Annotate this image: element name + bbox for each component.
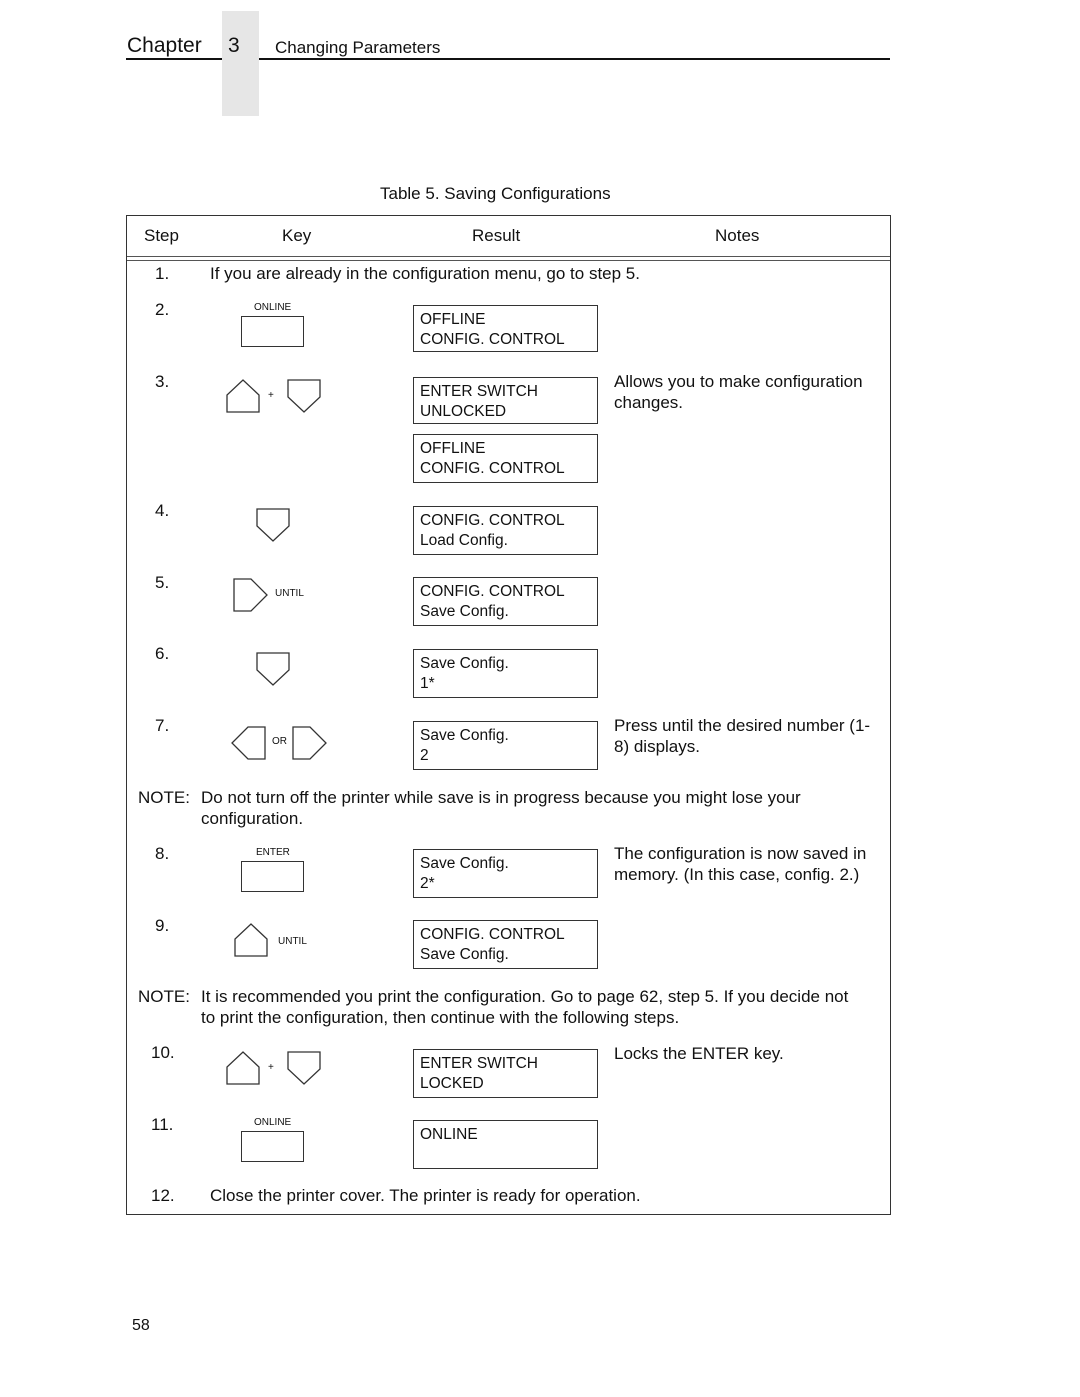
lcd-line: CONFIG. CONTROL [420,926,565,943]
header-divider [127,256,890,257]
note-text: Do not turn off the printer while save i… [201,787,881,829]
lcd-line: OFFLINE [420,440,486,457]
step-number: 5. [155,573,170,592]
enter-key-icon [241,861,304,892]
lcd-display: ENTER SWITCH UNLOCKED [413,377,598,424]
header-rule [126,58,222,60]
note-line: to print the configuration, then continu… [201,1008,680,1027]
step-number: 9. [155,916,170,935]
lcd-line: 1* [420,675,435,692]
step-note: The configuration is now saved in memory… [614,844,867,884]
plus-label: + [268,390,274,401]
step-number: 7. [155,716,170,735]
lcd-line: UNLOCKED [420,403,507,420]
column-header-step: Step [144,226,179,245]
lcd-line: CONFIG. CONTROL [420,583,565,600]
step-number: 12. [151,1186,175,1205]
chapter-word: Chapter [127,34,202,57]
lcd-line: 2* [420,875,435,892]
lcd-line: 2 [420,747,429,764]
until-label: UNTIL [278,936,307,947]
header-rule [259,58,890,60]
left-arrow-key-icon [231,726,266,760]
page-number: 58 [132,1317,150,1334]
column-header-result: Result [472,226,521,245]
lcd-line: Save Config. [420,946,509,963]
online-key-icon [241,316,304,347]
step-number: 10. [151,1043,175,1062]
lcd-display: OFFLINE CONFIG. CONTROL [413,305,598,352]
step-instruction: If you are already in the configuration … [210,264,640,283]
note-label: NOTE: [138,987,190,1006]
column-header-notes: Notes [715,226,760,245]
right-arrow-key-icon [233,578,268,612]
key-label: ENTER [256,847,290,858]
online-key-icon [241,1131,304,1162]
lcd-line: ENTER SWITCH [420,383,538,400]
column-header-key: Key [282,226,312,245]
down-arrow-key-icon [256,508,290,542]
step-number: 8. [155,844,170,863]
lcd-line: OFFLINE [420,311,486,328]
lcd-line: ONLINE [420,1126,478,1143]
lcd-line: Save Config. [420,655,509,672]
note-line: Do not turn off the printer while save i… [201,788,801,807]
note-line: configuration. [201,809,304,828]
chapter-tab [222,11,259,116]
lcd-line: CONFIG. CONTROL [420,460,565,477]
until-label: UNTIL [275,588,304,599]
lcd-display: CONFIG. CONTROL Save Config. [413,577,598,626]
step-number: 2. [155,300,170,319]
lcd-line: Load Config. [420,532,508,549]
lcd-display: OFFLINE CONFIG. CONTROL [413,434,598,483]
step-note: Allows you to make configuration changes… [614,372,863,412]
step-number: 11. [151,1115,174,1134]
table-caption: Table 5. Saving Configurations [380,184,611,203]
up-arrow-key-icon [226,379,260,413]
chapter-title: Changing Parameters [275,38,441,57]
lcd-line: ENTER SWITCH [420,1055,538,1072]
plus-label: + [268,1062,274,1073]
step-number: 4. [155,501,170,520]
note-text: It is recommended you print the configur… [201,986,886,1028]
lcd-display: Save Config. 2* [413,849,598,898]
lcd-display: Save Config. 2 [413,721,598,770]
lcd-display: CONFIG. CONTROL Save Config. [413,920,598,969]
key-label: ONLINE [254,302,292,313]
down-arrow-key-icon [287,1051,321,1085]
step-note: Press until the desired number (1-8) dis… [614,716,871,756]
note-line: It is recommended you print the configur… [201,987,849,1006]
lcd-line: Save Config. [420,603,509,620]
lcd-line: Save Config. [420,727,509,744]
step-instruction: Close the printer cover. The printer is … [210,1186,641,1205]
down-arrow-key-icon [287,379,321,413]
up-arrow-key-icon [226,1051,260,1085]
step-note: Locks the ENTER key. [614,1044,784,1063]
lcd-display: Save Config. 1* [413,649,598,698]
lcd-line: CONFIG. CONTROL [420,331,565,348]
header-divider [127,260,890,261]
lcd-display: ONLINE [413,1120,598,1169]
up-arrow-key-icon [234,923,268,957]
step-number: 6. [155,644,170,663]
note-label: NOTE: [138,788,190,807]
or-label: OR [272,736,287,747]
key-label: ONLINE [254,1117,292,1128]
lcd-line: LOCKED [420,1075,484,1092]
down-arrow-key-icon [256,652,290,686]
step-number: 3. [155,372,170,391]
lcd-line: CONFIG. CONTROL [420,512,565,529]
lcd-display: ENTER SWITCH LOCKED [413,1049,598,1098]
step-number: 1. [155,264,170,283]
lcd-line: Save Config. [420,855,509,872]
lcd-display: CONFIG. CONTROL Load Config. [413,506,598,555]
right-arrow-key-icon [292,726,327,760]
chapter-number: 3 [228,34,240,57]
